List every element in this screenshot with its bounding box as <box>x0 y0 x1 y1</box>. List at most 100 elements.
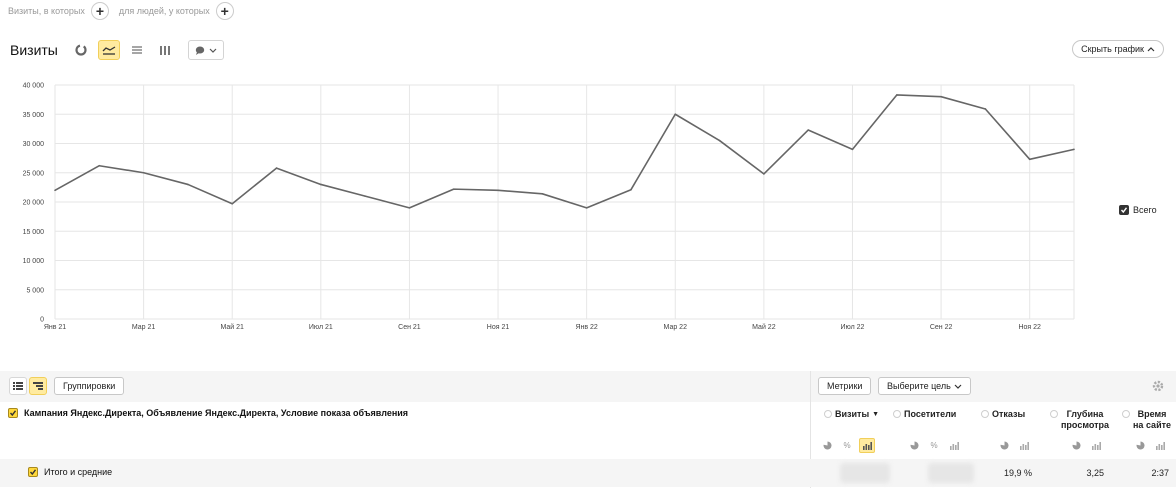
area-chart-type-button[interactable] <box>126 40 148 60</box>
y-tick-label: 25 000 <box>23 170 45 177</box>
hide-chart-label: Скрыть график <box>1081 44 1144 54</box>
y-tick-label: 10 000 <box>23 258 45 265</box>
metric-header-visits[interactable]: Визиты ▼ <box>824 409 879 420</box>
hide-chart-button[interactable]: Скрыть график <box>1072 40 1164 58</box>
data-point <box>452 188 455 190</box>
chart-title: Визиты <box>10 42 58 58</box>
visitors-view-toggles: % <box>906 438 962 453</box>
data-point <box>984 108 987 110</box>
bounces-total: 19,9 % <box>1003 468 1032 478</box>
chevron-down-icon <box>209 48 217 53</box>
metrics-label: Метрики <box>827 381 863 391</box>
percent-view-icon[interactable]: % <box>926 438 942 453</box>
data-point <box>497 189 499 192</box>
bar-chart-type-button[interactable] <box>154 40 176 60</box>
data-point <box>674 113 677 116</box>
metrics-button[interactable]: Метрики <box>818 377 872 395</box>
legend-label: Всего <box>1133 205 1157 215</box>
metric-header-bounces[interactable]: Отказы <box>981 409 1025 420</box>
time-radio[interactable] <box>1122 410 1130 418</box>
dimension-header: Кампания Яндекс.Директа, Объявление Янде… <box>8 408 408 418</box>
pie-chart-type-button[interactable] <box>70 40 92 60</box>
report-page: Визиты, в которых + для людей, у которых… <box>0 0 1176 490</box>
bars-view-icon[interactable] <box>1016 438 1032 453</box>
visitors-total-blurred <box>928 463 974 483</box>
bounces-radio[interactable] <box>981 410 989 418</box>
visits-filter-label: Визиты, в которых <box>8 6 85 16</box>
bars-view-icon[interactable] <box>946 438 962 453</box>
metric-header-visitors[interactable]: Посетители <box>893 409 956 420</box>
x-tick-label: Июл 22 <box>841 324 865 331</box>
goal-select[interactable]: Выберите цель <box>878 377 971 395</box>
time-total: 2:37 <box>1151 468 1169 478</box>
dimension-label: Кампания Яндекс.Директа, Объявление Янде… <box>24 408 409 418</box>
x-tick-label: Сен 21 <box>398 324 421 331</box>
check-icon <box>1120 207 1128 214</box>
chart-legend[interactable]: Всего <box>1119 205 1157 215</box>
list-icon <box>13 382 23 390</box>
data-point <box>231 202 234 205</box>
pie-view-icon[interactable] <box>1068 438 1084 453</box>
totals-label-cell: Итого и средние <box>28 467 112 477</box>
pie-view-icon[interactable] <box>996 438 1012 453</box>
sort-desc-icon[interactable]: ▼ <box>872 409 879 420</box>
data-point <box>320 183 322 186</box>
gear-icon[interactable] <box>1152 380 1164 392</box>
time-label-line1: Время <box>1137 409 1167 419</box>
legend-checkbox[interactable] <box>1119 205 1129 215</box>
x-tick-label: Ноя 21 <box>487 324 510 331</box>
totals-label: Итого и средние <box>44 467 113 477</box>
x-tick-label: Сен 22 <box>930 324 953 331</box>
data-point <box>1028 158 1031 161</box>
metric-header-time[interactable]: Время на сайте <box>1122 409 1171 431</box>
depth-radio[interactable] <box>1050 410 1058 418</box>
visits-line-chart: 0 5 000 10 000 15 000 20 000 25 000 30 000 35 0… <box>23 83 1075 331</box>
annotations-dropdown[interactable] <box>187 40 224 60</box>
time-view-toggles <box>1132 438 1168 453</box>
visitors-radio[interactable] <box>893 410 901 418</box>
data-point <box>718 139 721 142</box>
bars-view-icon[interactable] <box>1152 438 1168 453</box>
totals-checkbox[interactable] <box>28 467 38 477</box>
bars-view-icon[interactable] <box>1088 438 1104 453</box>
time-label-line2: на сайте <box>1133 420 1172 430</box>
data-point <box>895 94 898 96</box>
table-toolbar <box>0 371 1176 402</box>
time-header-label: Время на сайте <box>1133 409 1171 431</box>
x-tick-label: Ноя 22 <box>1018 324 1041 331</box>
groupings-label: Группировки <box>63 381 116 391</box>
y-tick-label: 5 000 <box>26 287 44 294</box>
line-chart-type-button[interactable] <box>97 40 120 60</box>
pie-view-icon[interactable] <box>906 438 922 453</box>
data-point <box>1073 148 1075 151</box>
bounces-header-label: Отказы <box>992 409 1026 419</box>
x-tick-label: Июл 21 <box>309 324 333 331</box>
depth-view-toggles <box>1068 438 1104 453</box>
data-point <box>851 148 854 151</box>
data-point <box>940 95 942 98</box>
y-tick-label: 0 <box>40 317 44 324</box>
check-icon <box>29 469 37 476</box>
segment-filter-bar: Визиты, в которых + для людей, у которых… <box>8 2 240 20</box>
groupings-button[interactable]: Группировки <box>54 377 125 395</box>
data-point <box>364 195 366 197</box>
pie-view-icon[interactable] <box>819 438 835 453</box>
percent-view-icon[interactable]: % <box>839 438 855 453</box>
add-visits-filter-button[interactable]: + <box>90 2 109 20</box>
pie-chart-icon <box>75 44 87 56</box>
tree-view-button[interactable] <box>29 377 47 395</box>
pie-view-icon[interactable] <box>1132 438 1148 453</box>
metric-header-depth[interactable]: Глубина просмотра <box>1050 409 1109 431</box>
list-view-button[interactable] <box>9 377 27 395</box>
visits-radio[interactable] <box>824 410 832 418</box>
area-chart-icon <box>131 46 142 54</box>
bars-view-icon[interactable] <box>859 438 875 453</box>
comment-icon <box>195 46 205 55</box>
visits-total-blurred <box>840 463 890 483</box>
tree-icon <box>33 382 43 390</box>
visitors-header-label: Посетители <box>904 409 957 419</box>
add-people-filter-button[interactable]: + <box>215 2 234 20</box>
dimension-checkbox[interactable] <box>8 408 18 418</box>
data-point <box>585 207 588 209</box>
depth-label-line1: Глубина <box>1066 409 1104 419</box>
